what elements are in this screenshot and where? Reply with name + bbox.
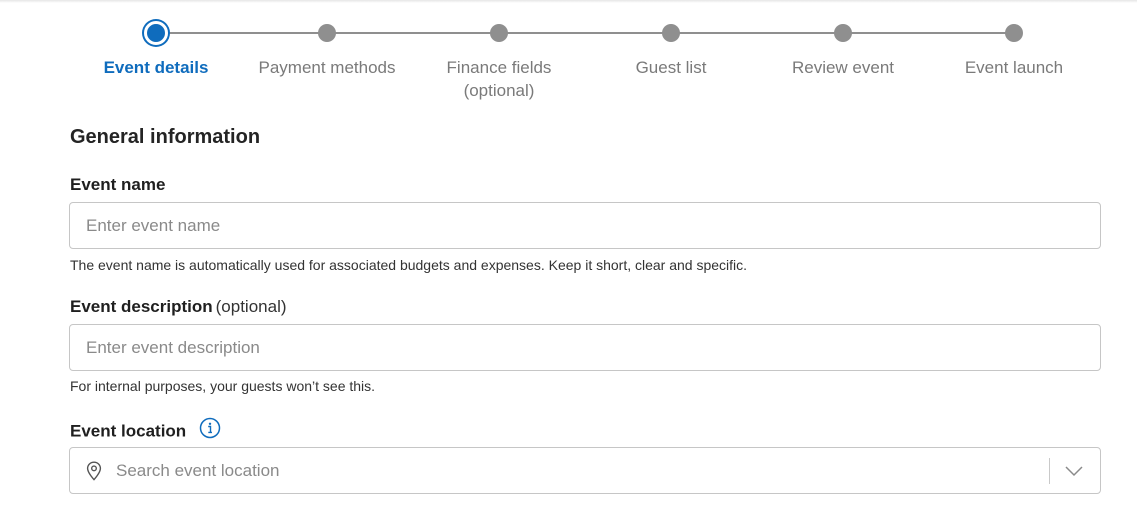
step-guest-list[interactable]: Guest list xyxy=(591,22,751,79)
step-label: Review event xyxy=(791,58,895,77)
optional-suffix: (optional) xyxy=(215,297,287,316)
step-indicator xyxy=(490,24,508,42)
event-description-label: Event description (optional) xyxy=(70,297,287,317)
step-label: Event launch xyxy=(964,58,1064,77)
event-description-helper: For internal purposes, your guests won’t… xyxy=(70,378,376,394)
location-pin-icon xyxy=(86,461,102,486)
step-indicator xyxy=(834,24,852,42)
event-description-field[interactable] xyxy=(69,324,1101,371)
event-name-helper: The event name is automatically used for… xyxy=(70,257,748,273)
step-indicator xyxy=(318,24,336,42)
event-location-input[interactable] xyxy=(70,448,1100,493)
event-name-field[interactable] xyxy=(69,202,1101,249)
progress-stepper: Event details Payment methods Finance fi… xyxy=(0,0,1137,110)
event-description-label-text: Event description xyxy=(70,297,213,316)
step-finance-fields[interactable]: Finance fields (optional) xyxy=(419,22,579,102)
event-name-input[interactable] xyxy=(70,203,1100,248)
event-location-combobox[interactable] xyxy=(69,447,1101,494)
step-label: Event details xyxy=(103,58,209,77)
step-review-event[interactable]: Review event xyxy=(763,22,923,79)
step-label: Finance fields (optional) xyxy=(419,56,579,102)
event-location-label: Event location xyxy=(70,417,221,444)
step-payment-methods[interactable]: Payment methods xyxy=(247,22,407,79)
event-location-label-text: Event location xyxy=(70,421,187,441)
info-icon[interactable] xyxy=(199,417,221,444)
step-label: Payment methods xyxy=(258,58,396,77)
step-indicator xyxy=(1005,24,1023,42)
event-name-label: Event name xyxy=(70,175,166,194)
step-label-line1: Finance fields xyxy=(446,58,552,77)
event-description-input[interactable] xyxy=(70,325,1100,370)
step-event-details[interactable]: Event details xyxy=(76,21,236,79)
step-label: Guest list xyxy=(635,58,707,77)
combobox-divider xyxy=(1049,458,1050,484)
chevron-down-icon[interactable] xyxy=(1064,464,1084,483)
step-event-launch[interactable]: Event launch xyxy=(934,22,1094,79)
step-indicator xyxy=(662,24,680,42)
section-title: General information xyxy=(70,126,261,148)
step-indicator-active xyxy=(144,21,168,45)
step-label-line2: (optional) xyxy=(463,81,535,100)
